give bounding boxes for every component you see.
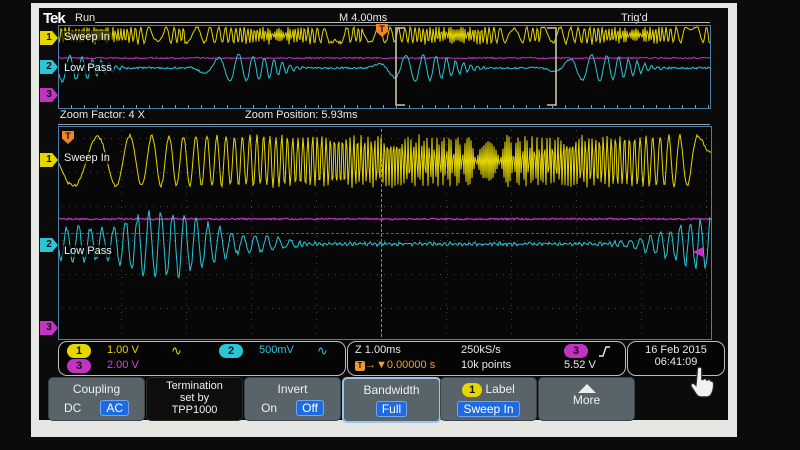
rising-edge-icon: [598, 345, 611, 358]
overview-ch2-marker[interactable]: 2: [40, 60, 58, 74]
zoombar-divider: [58, 124, 710, 125]
termination-line3: TPP1000: [147, 404, 242, 416]
main-ch3-marker[interactable]: 3: [40, 321, 58, 335]
more-title: More: [539, 393, 634, 407]
overview-ch1-marker[interactable]: 1: [40, 31, 58, 45]
bandwidth-menu-button[interactable]: Bandwidth Full: [342, 377, 441, 423]
sample-rate-readout: 250kS/s: [461, 344, 501, 356]
horizontal-trigger-readout-box: Z 1.00ms T→▼0.00000 s 250kS/s 10k points…: [347, 341, 626, 376]
overview-waveform-window: [58, 25, 711, 109]
bandwidth-title: Bandwidth: [344, 383, 439, 397]
overview-ch3-marker[interactable]: 3: [40, 88, 58, 102]
trigger-source-badge: 3: [564, 344, 588, 358]
bandwidth-value: Full: [376, 401, 407, 417]
topbar-divider: [95, 22, 710, 23]
main-ch2-label: Low Pass: [62, 245, 114, 257]
zoom-position-readout: Zoom Position: 5.93ms: [245, 109, 358, 121]
up-arrow-icon: [578, 384, 596, 393]
acquisition-status: Run: [75, 12, 95, 24]
invert-menu-button[interactable]: Invert On Off: [244, 377, 341, 421]
record-length-readout: 10k points: [461, 359, 511, 371]
overview-waveform-display: [59, 26, 710, 108]
label-title: 1 Label: [441, 382, 536, 397]
main-ch1-label: Sweep In: [62, 152, 112, 164]
zoom-factor-readout: Zoom Factor: 4 X: [60, 109, 145, 121]
channel-scale-readout-box: 1 1.00 V ∿ 2 500mV ∿ 3 2.00 V: [58, 341, 346, 376]
ch2-scale: 500mV: [259, 344, 294, 356]
oscilloscope-screen: Tek Run M 4.00ms Trig'd 1 2 3 Sweep In L…: [39, 8, 728, 420]
screenshot-root: { "header": { "logo": "Tek", "acq_status…: [0, 0, 800, 450]
label-menu-button[interactable]: 1 Label Sweep In: [440, 377, 537, 421]
coupling-option-dc[interactable]: DC: [64, 401, 81, 415]
more-menu-button[interactable]: More: [538, 377, 635, 421]
zoom-timebase-readout: Z 1.00ms: [355, 344, 401, 356]
date-readout: 16 Feb 2015: [628, 344, 724, 356]
hand-cursor-icon: [686, 366, 718, 402]
termination-line1: Termination: [147, 380, 242, 392]
invert-option-on[interactable]: On: [261, 401, 277, 415]
main-ch2-marker[interactable]: 2: [40, 238, 58, 252]
ch3-badge: 3: [67, 359, 91, 373]
termination-menu-button[interactable]: Termination set by TPP1000: [146, 377, 243, 421]
overview-ch1-label: Sweep In: [62, 31, 112, 43]
coupling-title: Coupling: [49, 382, 144, 396]
coupling-menu-button[interactable]: Coupling DC AC: [48, 377, 145, 421]
zoom-ruler-ticks: [58, 105, 709, 108]
overview-ch2-label: Low Pass: [62, 62, 114, 74]
main-waveform-window: [58, 126, 712, 340]
main-waveform-display: [59, 127, 711, 339]
ch1-badge: 1: [67, 344, 91, 358]
ch2-ac-coupling-icon: ∿: [317, 343, 328, 359]
ch1-ac-coupling-icon: ∿: [171, 343, 182, 359]
invert-option-off[interactable]: Off: [296, 400, 324, 416]
label-ch1-badge: 1: [462, 383, 482, 397]
ch2-badge: 2: [219, 344, 243, 358]
label-value: Sweep In: [457, 401, 519, 417]
ch3-scale: 2.00 V: [107, 359, 139, 371]
termination-line2: set by: [147, 392, 242, 404]
ch1-scale: 1.00 V: [107, 344, 139, 356]
coupling-option-ac[interactable]: AC: [100, 400, 129, 416]
invert-title: Invert: [245, 382, 340, 396]
trigger-level-readout: 5.52 V: [564, 359, 596, 371]
trigger-position-readout: T→▼0.00000 s: [355, 359, 435, 371]
trigger-t-icon: T: [355, 361, 365, 371]
main-ch1-marker[interactable]: 1: [40, 153, 58, 167]
